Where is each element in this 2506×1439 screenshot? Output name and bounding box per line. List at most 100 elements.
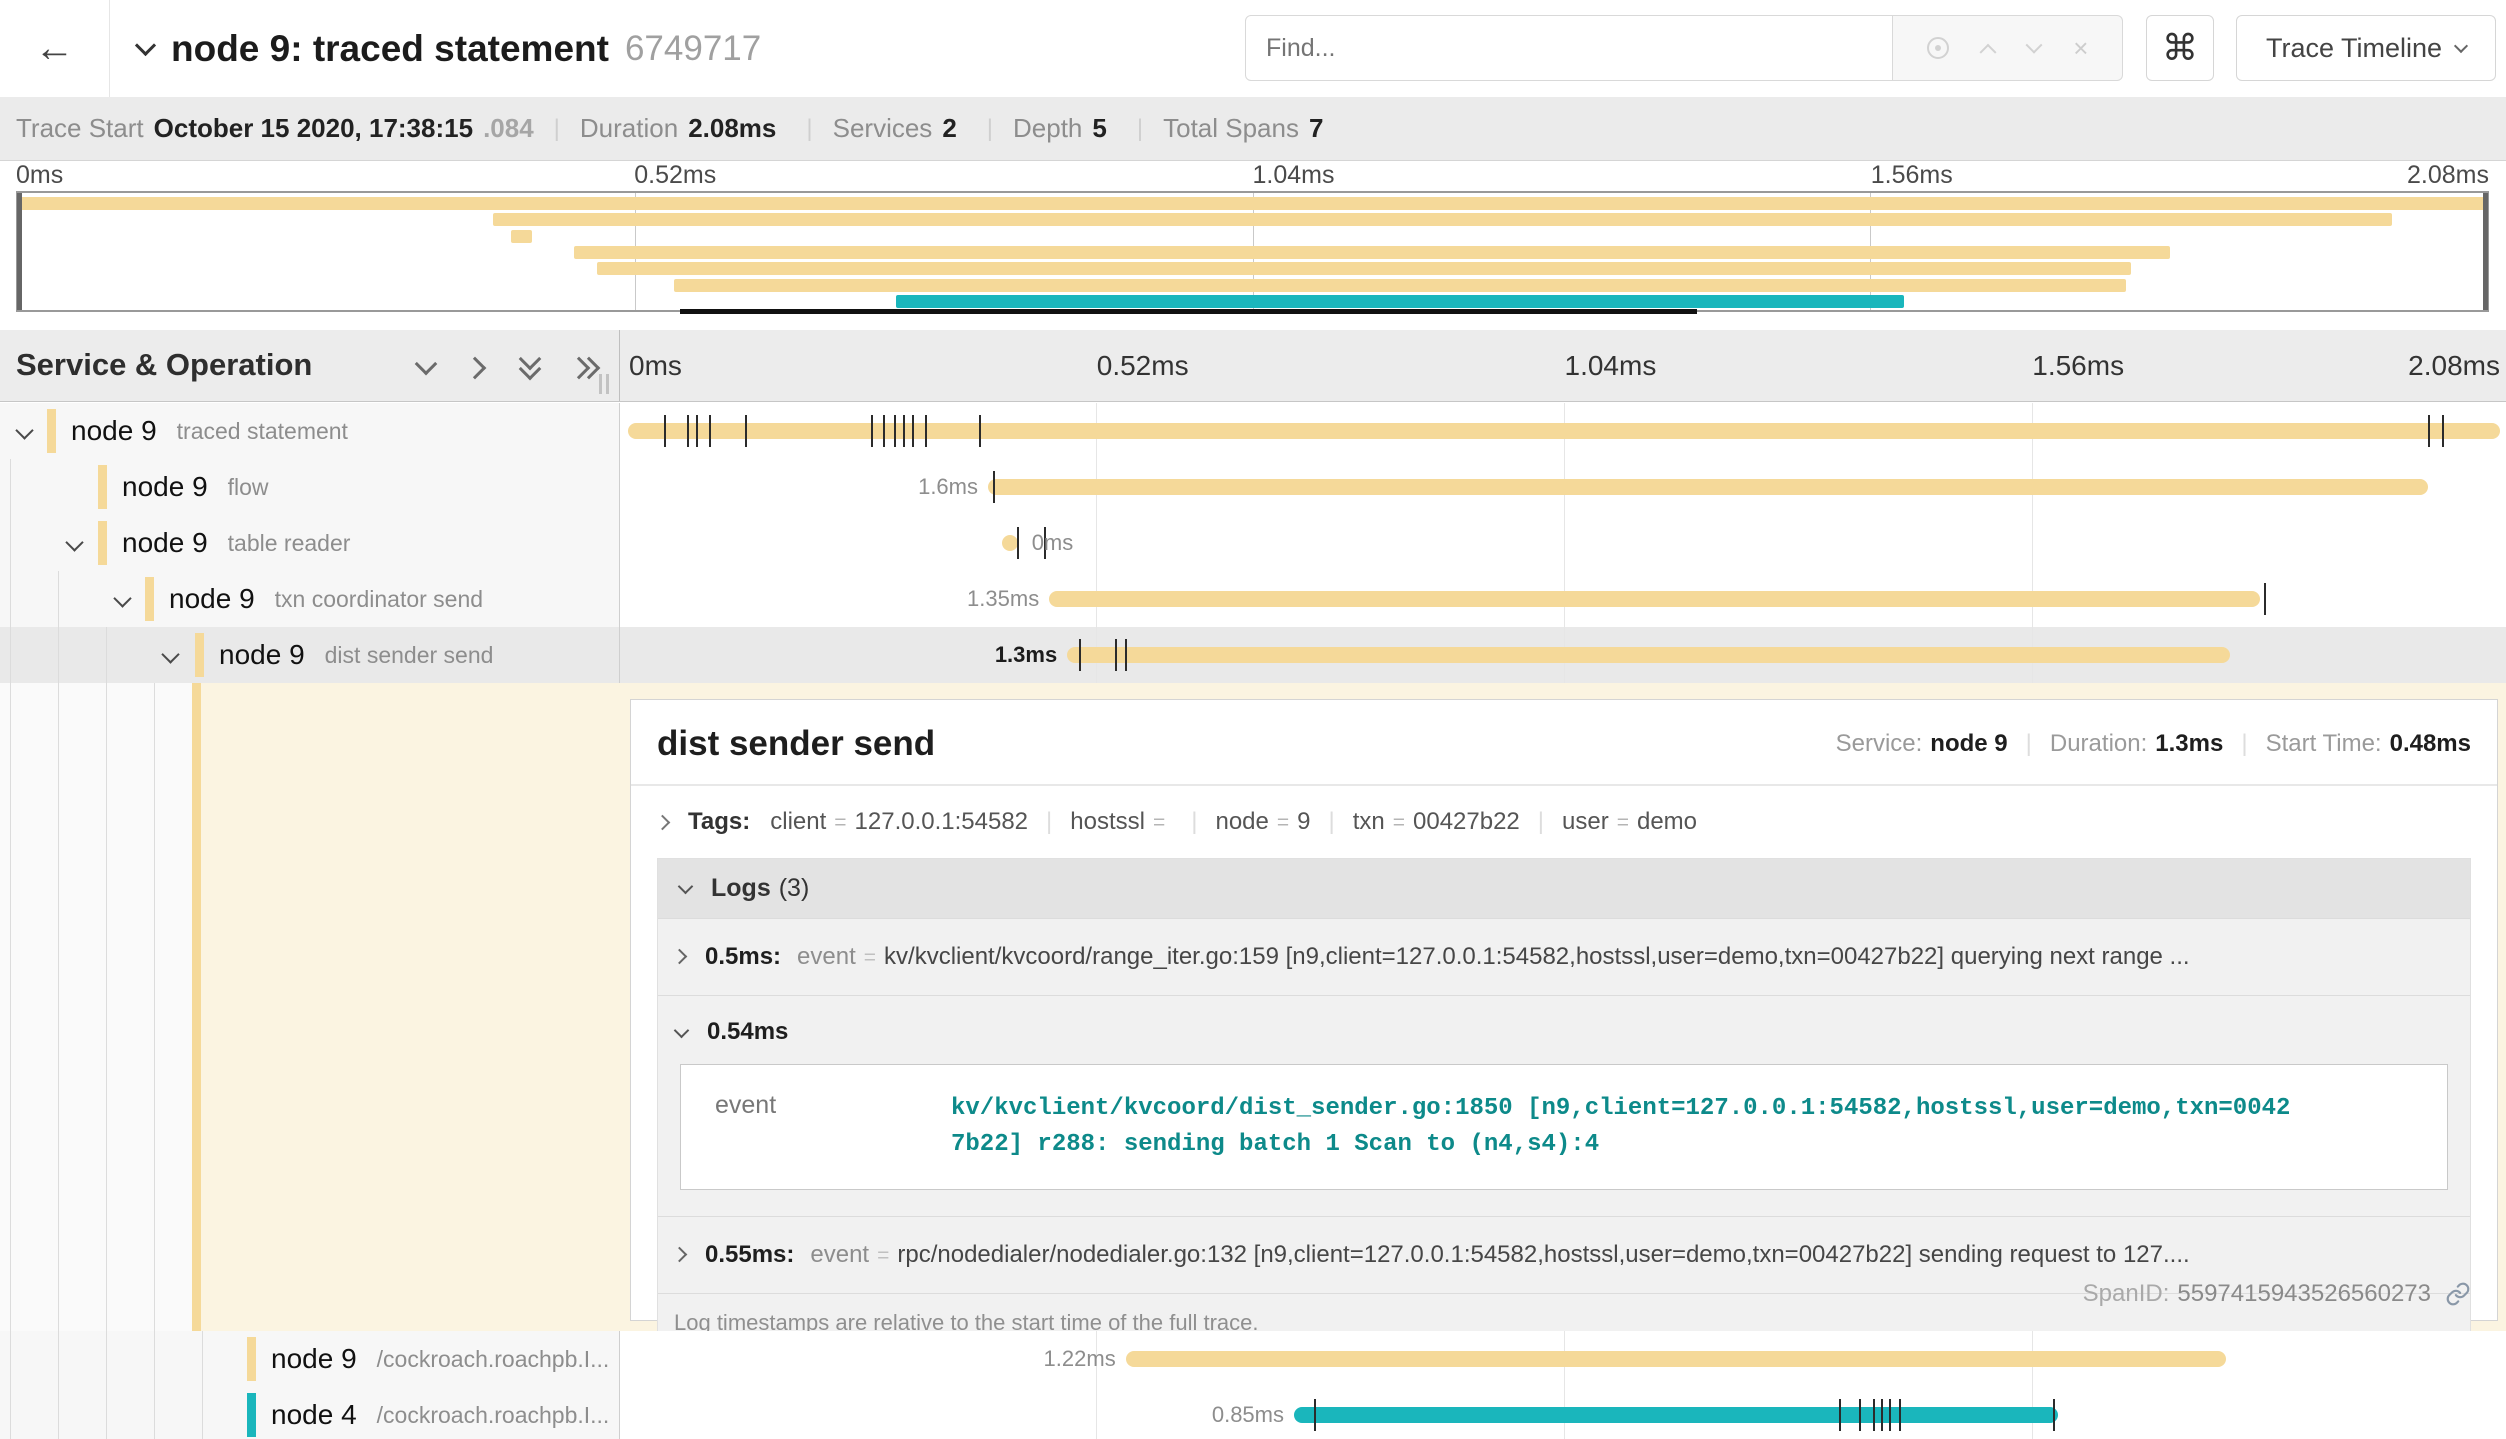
command-icon: ⌘ xyxy=(2162,27,2198,69)
span-duration-bar[interactable] xyxy=(1294,1407,2058,1423)
view-selector-button[interactable]: Trace Timeline xyxy=(2236,15,2496,81)
summary-value: 2 xyxy=(942,113,956,143)
span-duration-bar[interactable] xyxy=(1067,647,2230,663)
span-name-cell[interactable]: node 9traced statement xyxy=(0,403,620,459)
log-marker-tick xyxy=(903,415,905,447)
link-icon[interactable] xyxy=(2445,1281,2471,1307)
separator: | xyxy=(1191,808,1197,835)
equals-sign: = xyxy=(1617,811,1629,835)
summary-value: 2.08ms xyxy=(688,113,776,143)
indent-guide xyxy=(58,683,59,1331)
span-row[interactable]: node 9flow1.6ms xyxy=(0,459,2506,515)
span-timeline-cell[interactable] xyxy=(620,403,2506,459)
minimap-tick-label: 1.04ms xyxy=(1253,161,1335,190)
expand-all-icon[interactable] xyxy=(571,356,597,382)
minimap-tick-label: 0.52ms xyxy=(634,161,716,190)
collapse-all-icon[interactable] xyxy=(519,356,545,382)
trace-page: ← node 9: traced statement 6749717 × ⌘ T… xyxy=(0,0,2506,1439)
log-marker-tick xyxy=(1314,1399,1316,1431)
minimap-span-bar xyxy=(674,279,2126,292)
span-timeline-cell[interactable]: 0.85ms xyxy=(620,1387,2506,1439)
focus-match-icon[interactable] xyxy=(1927,37,1949,59)
meta-separator: | xyxy=(2026,730,2032,758)
find-input[interactable] xyxy=(1245,15,1893,81)
summary-suffix: .084 xyxy=(483,113,534,143)
log-field-value: kv/kvclient/kvcoord/dist_sender.go:1850 … xyxy=(951,1091,2296,1163)
minimap-span-bar xyxy=(493,213,2392,226)
service-name: node 9 xyxy=(122,471,208,503)
span-timeline-cell[interactable]: 1.22ms xyxy=(620,1331,2506,1387)
back-button[interactable]: ← xyxy=(0,0,110,97)
tag-key: hostssl xyxy=(1070,808,1145,836)
timeline-axis: 0ms0.52ms1.04ms1.56ms2.08ms xyxy=(621,330,2506,401)
span-name-cell[interactable]: node 4/cockroach.roachpb.I... xyxy=(0,1387,620,1439)
span-name-cell[interactable]: node 9/cockroach.roachpb.I... xyxy=(0,1331,620,1387)
span-row[interactable]: node 9traced statement xyxy=(0,403,2506,459)
span-row[interactable]: node 9txn coordinator send1.35ms xyxy=(0,571,2506,627)
log-marker-tick xyxy=(993,471,995,503)
tag-key: client xyxy=(770,808,826,836)
span-duration-bar[interactable] xyxy=(988,479,2428,495)
service-name: node 9 xyxy=(122,527,208,559)
log-value: rpc/nodedialer/nodedialer.go:132 [n9,cli… xyxy=(897,1241,2189,1269)
indent-guide xyxy=(106,683,107,1331)
meta-service-label: Service: xyxy=(1836,730,1923,758)
minimap-right-scrubber[interactable] xyxy=(2483,193,2488,310)
log-row-expanded-header[interactable]: 0.54ms xyxy=(658,995,2470,1056)
collapse-one-icon[interactable] xyxy=(415,356,441,382)
minimap-tick-label: 1.56ms xyxy=(1871,161,1953,190)
span-duration-label: 0ms xyxy=(1032,530,1074,556)
find-controls: × xyxy=(1893,15,2123,81)
span-name-cell[interactable]: node 9flow xyxy=(0,459,620,515)
clear-search-icon[interactable]: × xyxy=(2073,33,2088,64)
expand-one-icon[interactable] xyxy=(467,356,493,382)
log-marker-tick xyxy=(2428,415,2430,447)
span-row[interactable]: node 9table reader 0ms xyxy=(0,515,2506,571)
timeline-tick-label: 0ms xyxy=(629,350,682,382)
span-name-cell[interactable]: node 9table reader xyxy=(0,515,620,571)
chevron-down-icon xyxy=(674,1022,690,1038)
span-duration-bar[interactable] xyxy=(1049,591,2260,607)
equals-sign: = xyxy=(1153,811,1165,835)
summary-item: Total Spans7 xyxy=(1163,113,1333,144)
log-row-collapsed[interactable]: 0.5ms: event = kv/kvclient/kvcoord/range… xyxy=(658,918,2470,995)
log-marker-tick xyxy=(745,415,747,447)
minimap-left-scrubber[interactable] xyxy=(17,193,22,310)
minimap-tick-label: 0ms xyxy=(16,161,63,190)
indent-guide xyxy=(154,683,155,1331)
tags-list: client=127.0.0.1:54582|hostssl=|node=9|t… xyxy=(770,808,1697,836)
span-row[interactable]: node 4/cockroach.roachpb.I...0.85ms xyxy=(0,1387,2506,1439)
span-timeline-cell[interactable]: 1.35ms xyxy=(620,571,2506,627)
column-resize-grip[interactable] xyxy=(599,374,609,394)
log-field-name: event xyxy=(701,1091,951,1163)
log-marker-tick xyxy=(687,415,689,447)
service-operation-title: Service & Operation xyxy=(16,347,312,383)
minimap-span-bar xyxy=(511,230,532,243)
keyboard-shortcuts-button[interactable]: ⌘ xyxy=(2146,15,2214,81)
span-timeline-cell[interactable]: 1.6ms xyxy=(620,459,2506,515)
meta-starttime-label: Start Time: xyxy=(2266,730,2382,758)
span-timeline-cell[interactable]: 1.3ms xyxy=(620,627,2506,683)
span-name-cell[interactable]: node 9dist sender send xyxy=(0,627,620,683)
span-timeline-cell[interactable]: 0ms xyxy=(620,515,2506,571)
span-duration-bar[interactable] xyxy=(1002,535,1018,551)
span-name-cell[interactable]: node 9txn coordinator send xyxy=(0,571,620,627)
span-name-label: node 9txn coordinator send xyxy=(0,571,619,627)
span-duration-bar[interactable] xyxy=(628,423,2500,439)
span-row[interactable]: node 9/cockroach.roachpb.I...1.22ms xyxy=(0,1331,2506,1387)
tags-row[interactable]: Tags: client=127.0.0.1:54582|hostssl=|no… xyxy=(631,786,2497,858)
collapse-trace-chevron-icon[interactable] xyxy=(135,35,156,56)
logs-header[interactable]: Logs (3) xyxy=(658,859,2470,918)
view-selector-label: Trace Timeline xyxy=(2266,33,2442,64)
span-duration-bar[interactable] xyxy=(1126,1351,2227,1367)
prev-match-icon[interactable] xyxy=(1980,44,1997,61)
operation-name: dist sender send xyxy=(325,642,494,669)
minimap-canvas[interactable] xyxy=(16,191,2489,312)
log-time: 0.54ms xyxy=(707,1018,788,1046)
trace-title-wrap[interactable]: node 9: traced statement 6749717 xyxy=(138,0,761,97)
span-id-label: SpanID: xyxy=(2083,1280,2170,1308)
next-match-icon[interactable] xyxy=(2025,37,2042,54)
span-row[interactable]: node 9dist sender send1.3ms xyxy=(0,627,2506,683)
log-time: 0.5ms: xyxy=(705,943,781,971)
span-name-label: node 9traced statement xyxy=(0,403,619,459)
